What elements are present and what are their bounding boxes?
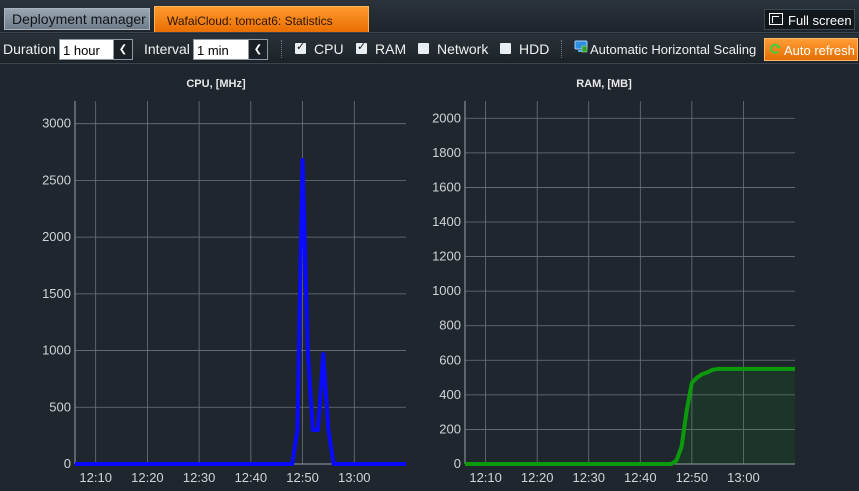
cpu-chart-title: CPU, [MHz] [186, 78, 246, 90]
ram-y-tick-label: 400 [439, 387, 461, 402]
ram-checkbox-label[interactable]: RAM [375, 41, 406, 57]
chevron-down-icon[interactable]: ❮ [248, 39, 268, 60]
fullscreen-button[interactable]: Full screen [764, 9, 855, 30]
network-checkbox-label[interactable]: Network [437, 41, 488, 57]
ram-x-tick-label: 12:50 [676, 470, 709, 485]
statistics-charts: CPU, [MHz]05001000150020002500300012:10 1… [42, 78, 796, 485]
interval-select[interactable]: 1 min ❮ [193, 39, 268, 60]
cpu-y-tick-label: 3000 [42, 116, 71, 131]
refresh-icon [770, 43, 780, 54]
hdd-checkbox[interactable] [500, 43, 511, 54]
toolbar-divider [281, 40, 282, 58]
tab-bar: Deployment manager WafaiCloud: tomcat6: … [0, 0, 859, 33]
ram-y-tick-label: 600 [439, 352, 461, 367]
ram-y-tick-label: 800 [439, 318, 461, 333]
toolbar: Duration 1 hour ❮ Interval 1 min ❮ CPU R… [0, 34, 859, 64]
ahs-label[interactable]: Automatic Horizontal Scaling [590, 42, 756, 57]
cpu-x-tick-label: 12:20 [131, 470, 164, 485]
cpu-y-tick-label: 2500 [42, 172, 71, 187]
ram-y-tick-label: 200 [439, 421, 461, 436]
tab-statistics[interactable]: WafaiCloud: tomcat6: Statistics [154, 6, 369, 32]
cpu-y-tick-label: 500 [49, 399, 71, 414]
ram-y-tick-label: 1600 [432, 179, 461, 194]
fullscreen-icon [769, 13, 783, 25]
cpu-x-tick-label: 12:30 [183, 470, 216, 485]
ram-x-tick-label: 12:20 [521, 470, 554, 485]
duration-select[interactable]: 1 hour ❮ [59, 39, 133, 60]
cpu-y-tick-label: 2000 [42, 229, 71, 244]
ram-x-tick-label: 12:10 [469, 470, 502, 485]
cpu-checkbox-label[interactable]: CPU [314, 41, 344, 57]
cpu-checkbox[interactable] [295, 40, 306, 54]
ram-y-tick-label: 1400 [432, 214, 461, 229]
ram-x-tick-label: 12:30 [572, 470, 605, 485]
cpu-y-tick-label: 1500 [42, 286, 71, 301]
interval-value: 1 min [197, 43, 229, 58]
cpu-series-line [75, 157, 406, 466]
ram-y-tick-label: 2000 [432, 110, 461, 125]
ram-series-area [465, 368, 795, 464]
cpu-y-tick-label: 0 [64, 456, 71, 471]
ram-x-tick-label: 13:00 [727, 470, 760, 485]
ram-chart-title: RAM, [MB] [576, 78, 632, 90]
auto-refresh-label: Auto refresh [784, 43, 855, 58]
ram-y-tick-label: 0 [454, 456, 461, 471]
ram-checkbox[interactable] [356, 40, 367, 54]
duration-label: Duration [3, 41, 56, 57]
charts-area: CPU, [MHz] 0 500 1000 1500 2000 2500 3000 12:10 1… [0, 65, 859, 491]
tab-deployment-manager[interactable]: Deployment manager [4, 8, 150, 30]
interval-label: Interval [144, 41, 190, 57]
fullscreen-label: Full screen [788, 13, 852, 28]
toolbar-divider [561, 40, 562, 58]
scaling-icon[interactable] [574, 40, 588, 54]
cpu-x-tick-label: 13:00 [338, 470, 371, 485]
cpu-y-tick-label: 1000 [42, 343, 71, 358]
auto-refresh-button[interactable]: Auto refresh [764, 38, 858, 61]
ram-y-tick-label: 1000 [432, 283, 461, 298]
network-checkbox[interactable] [418, 43, 429, 54]
ram-x-tick-label: 12:40 [624, 470, 657, 485]
cpu-x-tick-label: 12:50 [286, 470, 319, 485]
cpu-x-tick-label: 12:40 [235, 470, 268, 485]
ram-y-tick-label: 1200 [432, 249, 461, 264]
cpu-x-tick-label: 12:10 [79, 470, 112, 485]
hdd-checkbox-label[interactable]: HDD [519, 41, 549, 57]
chevron-down-icon[interactable]: ❮ [113, 39, 133, 60]
ram-y-tick-label: 1800 [432, 145, 461, 160]
duration-value: 1 hour [63, 43, 100, 58]
